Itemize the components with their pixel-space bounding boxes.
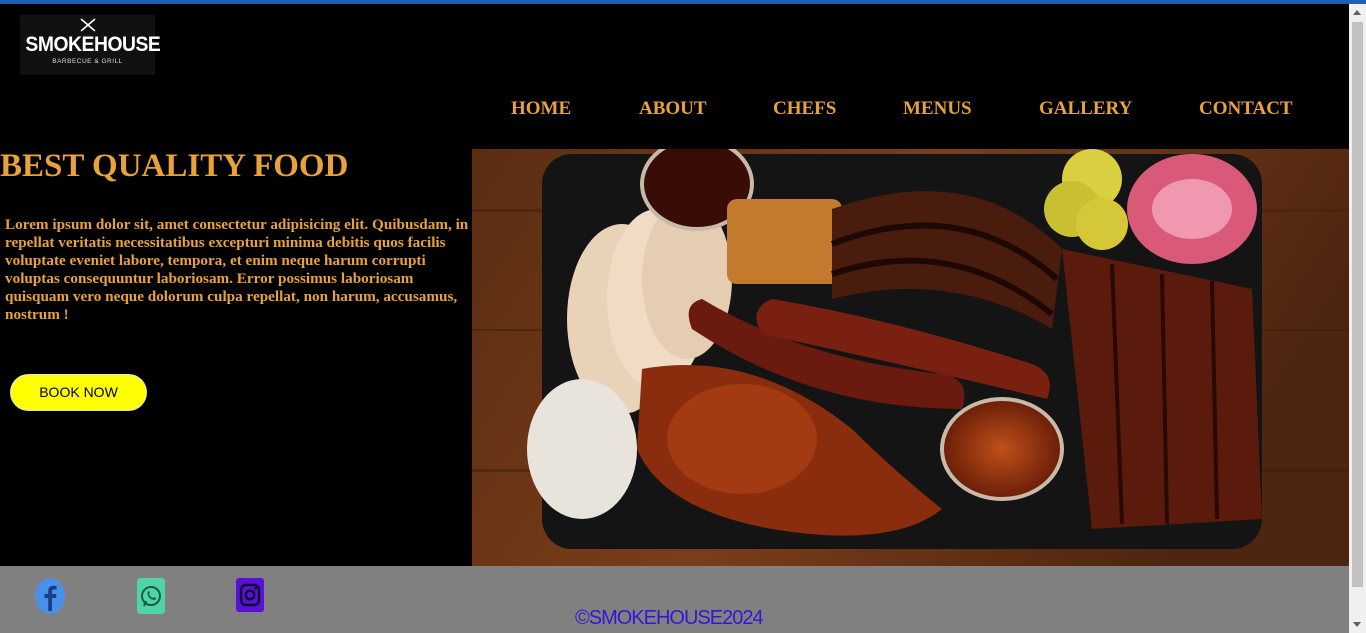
scroll-up-arrow-icon[interactable]	[1353, 10, 1361, 15]
facebook-icon[interactable]	[35, 578, 65, 614]
whatsapp-icon[interactable]	[137, 578, 167, 614]
brand-name: SMOKEHOUSE	[25, 33, 161, 56]
book-now-button[interactable]: BOOK NOW	[10, 374, 147, 411]
nav-gallery-link[interactable]: GALLERY	[1039, 98, 1132, 120]
scroll-down-arrow-icon[interactable]	[1353, 622, 1361, 627]
crossed-utensils-icon	[80, 18, 96, 32]
bbq-platter-image	[472, 149, 1349, 566]
nav-about-link[interactable]: ABOUT	[639, 98, 707, 120]
hero-title: BEST QUALITY FOOD	[0, 148, 349, 184]
brand-tagline: BARBECUE & GRILL	[52, 58, 123, 65]
main-nav: HOME ABOUT CHEFS MENUS GALLERY CONTACT	[0, 98, 1349, 122]
nav-home-link[interactable]: HOME	[511, 98, 571, 120]
hero-description: Lorem ipsum dolor sit, amet consectetur …	[5, 216, 469, 323]
brand-logo[interactable]: SMOKEHOUSE BARBECUE & GRILL	[20, 15, 161, 75]
instagram-icon[interactable]	[236, 578, 266, 614]
nav-chefs-link[interactable]: CHEFS	[773, 98, 836, 120]
vertical-scrollbar[interactable]	[1349, 4, 1366, 633]
browser-top-line	[0, 0, 1366, 4]
scrollbar-thumb[interactable]	[1352, 22, 1363, 587]
nav-contact-link[interactable]: CONTACT	[1199, 98, 1293, 120]
nav-menus-link[interactable]: MENUS	[903, 98, 972, 120]
copyright-text: ©SMOKEHOUSE2024	[575, 607, 764, 629]
